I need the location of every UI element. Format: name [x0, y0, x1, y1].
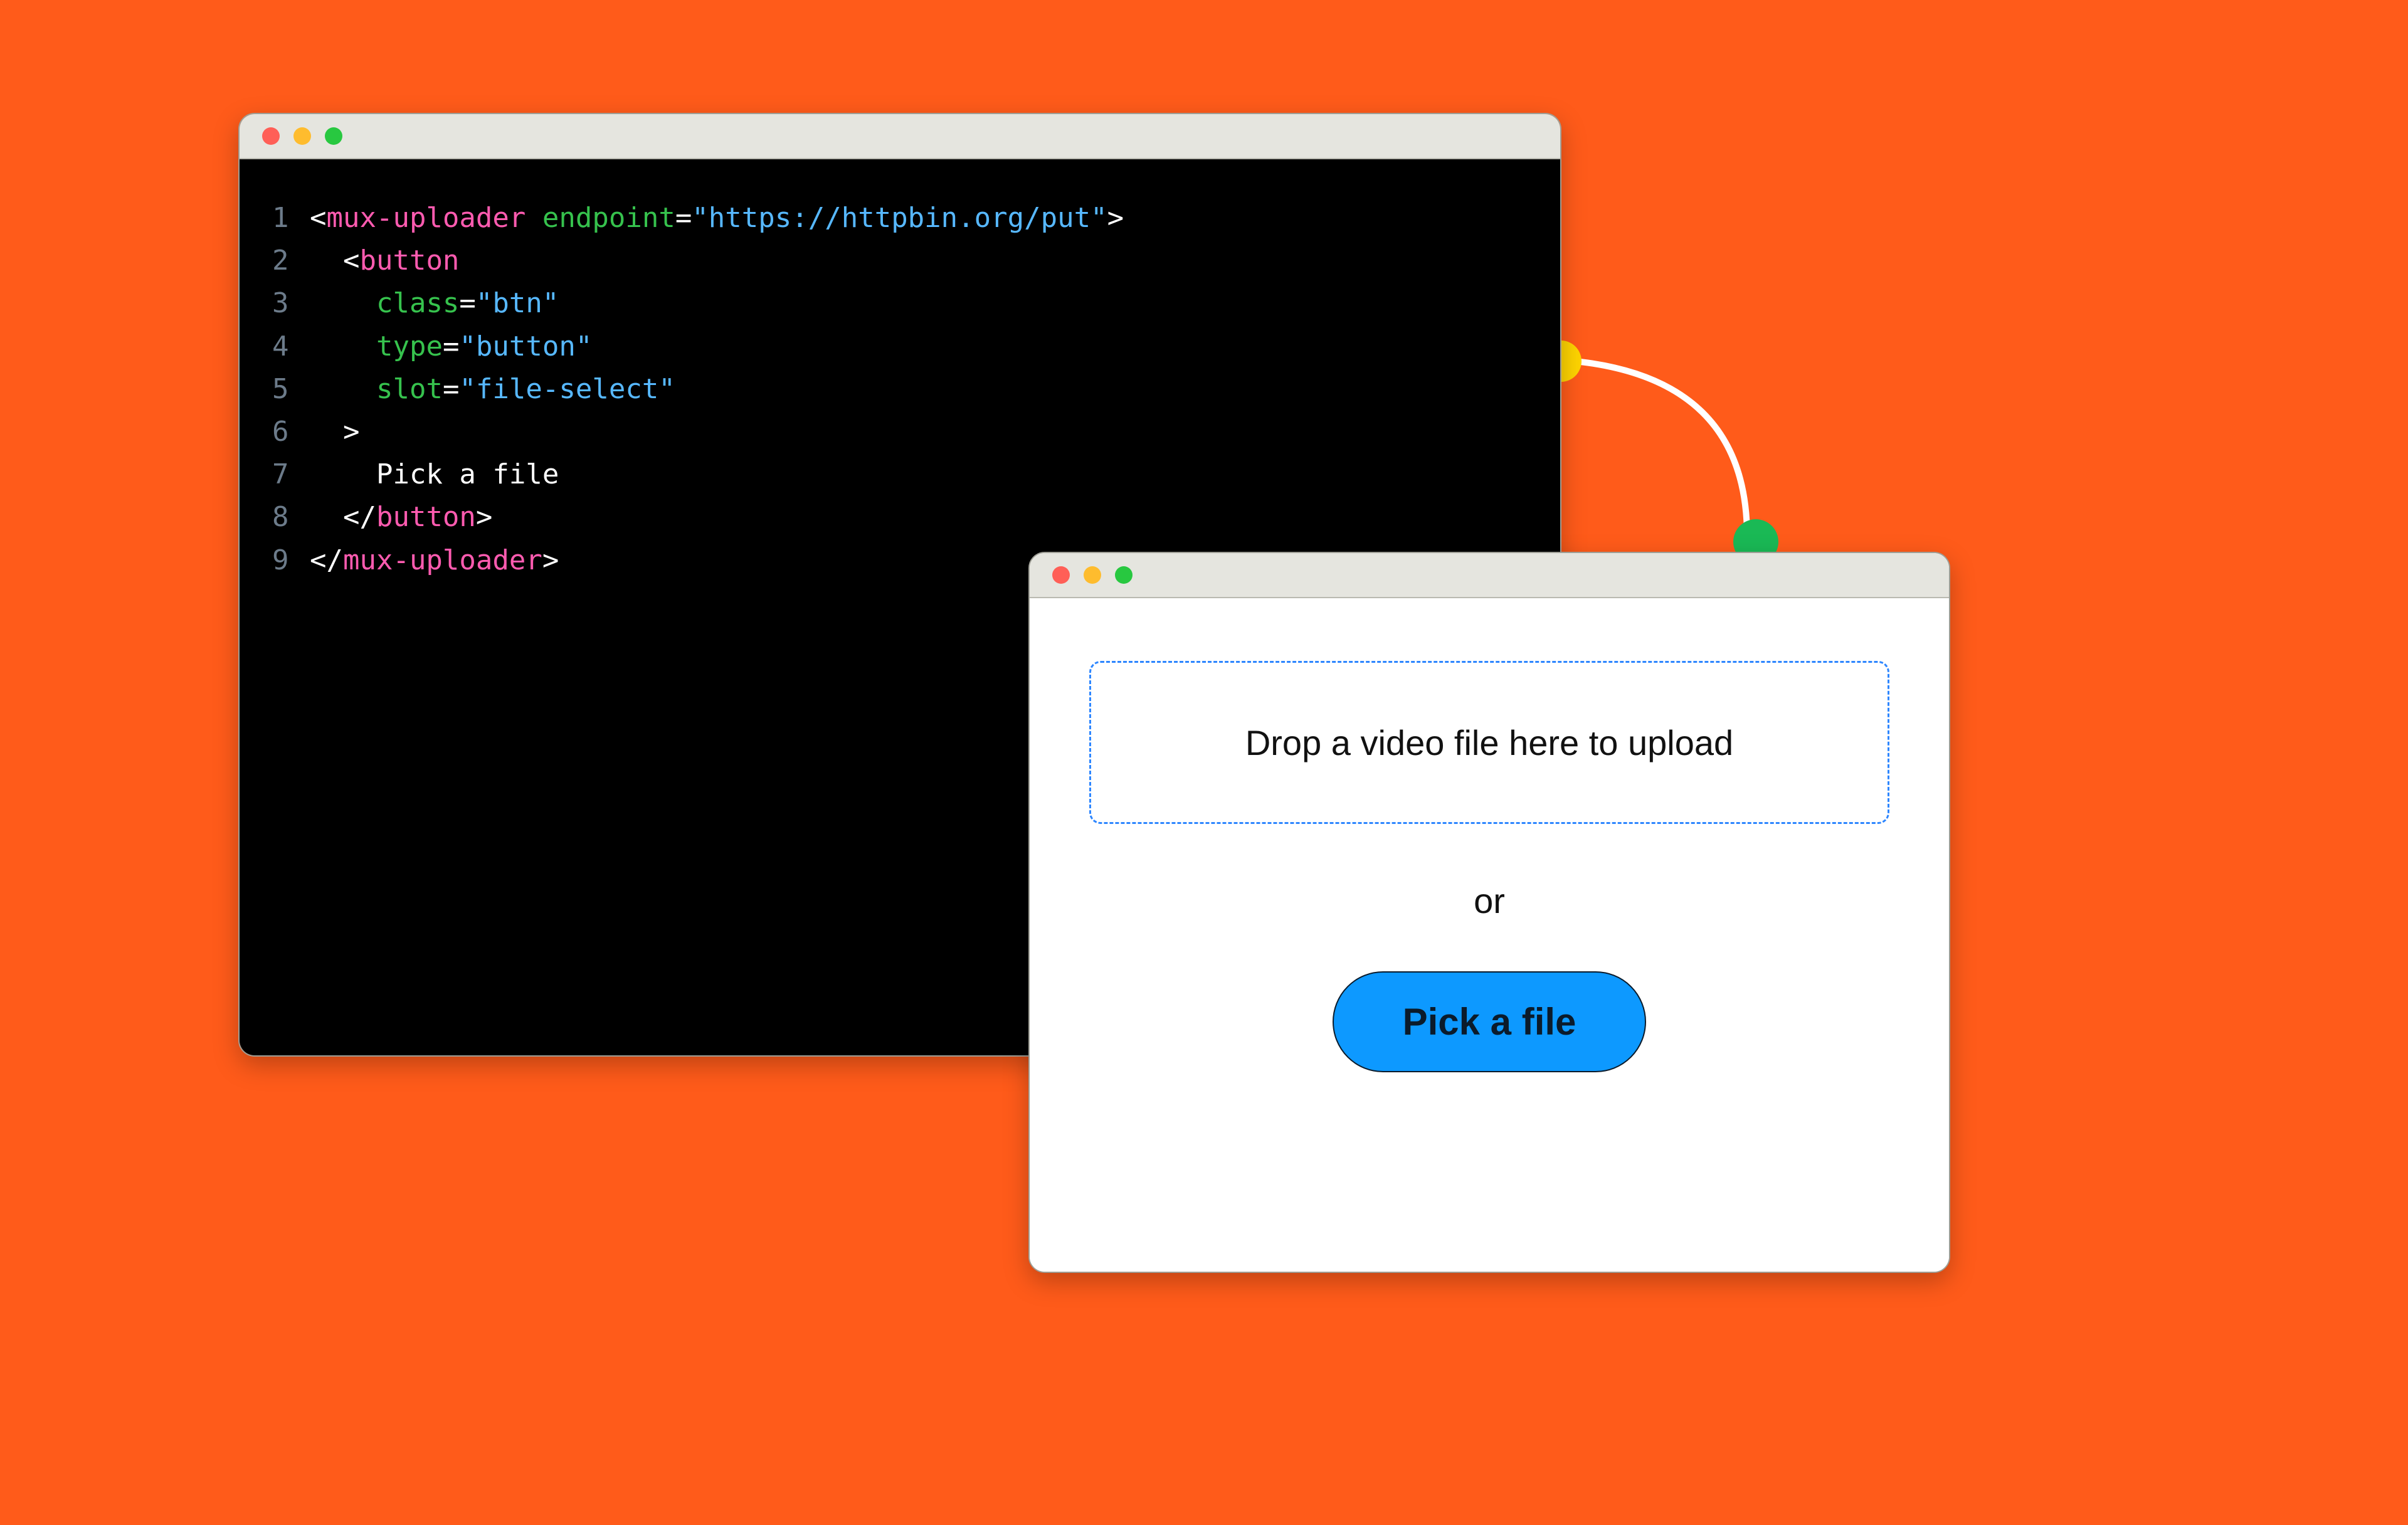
zoom-icon[interactable]	[1115, 566, 1133, 584]
code-line: 5 slot="file-select"	[272, 368, 1528, 411]
code-content: slot="file-select"	[310, 368, 675, 411]
code-line: 1<mux-uploader endpoint="https://httpbin…	[272, 197, 1528, 240]
uploader-preview-window: Drop a video file here to upload or Pick…	[1028, 552, 1950, 1273]
line-number: 9	[272, 539, 310, 582]
code-content: Pick a file	[310, 453, 559, 496]
code-content: </mux-uploader>	[310, 539, 559, 582]
minimize-icon[interactable]	[293, 127, 311, 145]
code-content: </button>	[310, 496, 492, 539]
line-number: 1	[272, 197, 310, 240]
line-number: 3	[272, 282, 310, 325]
code-content: <mux-uploader endpoint="https://httpbin.…	[310, 197, 1124, 240]
code-line: 2 <button	[272, 240, 1528, 282]
video-dropzone[interactable]: Drop a video file here to upload	[1089, 661, 1889, 824]
line-number: 6	[272, 411, 310, 453]
code-line: 4 type="button"	[272, 325, 1528, 368]
minimize-icon[interactable]	[1084, 566, 1101, 584]
line-number: 2	[272, 240, 310, 282]
pick-file-button[interactable]: Pick a file	[1333, 971, 1647, 1072]
line-number: 7	[272, 453, 310, 496]
or-label: or	[1474, 880, 1505, 921]
code-line: 3 class="btn"	[272, 282, 1528, 325]
code-line: 6 >	[272, 411, 1528, 453]
dropzone-label: Drop a video file here to upload	[1245, 722, 1733, 763]
zoom-icon[interactable]	[325, 127, 342, 145]
line-number: 8	[272, 496, 310, 539]
line-number: 4	[272, 325, 310, 368]
code-content: class="btn"	[310, 282, 559, 325]
connector-curve	[1559, 351, 1766, 552]
code-content: >	[310, 411, 359, 453]
close-icon[interactable]	[262, 127, 280, 145]
uploader-body: Drop a video file here to upload or Pick…	[1030, 598, 1949, 1272]
code-window-titlebar	[240, 114, 1560, 159]
uploader-window-titlebar	[1030, 553, 1949, 598]
code-line: 8 </button>	[272, 496, 1528, 539]
code-content: <button	[310, 240, 459, 282]
close-icon[interactable]	[1052, 566, 1070, 584]
line-number: 5	[272, 368, 310, 411]
code-line: 7 Pick a file	[272, 453, 1528, 496]
code-content: type="button"	[310, 325, 592, 368]
